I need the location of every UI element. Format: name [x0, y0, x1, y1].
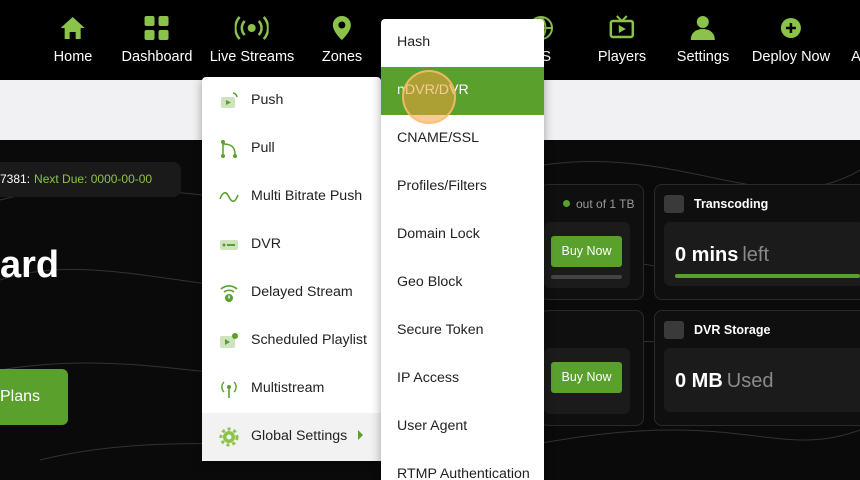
menu-item-push[interactable]: Push: [202, 77, 381, 125]
status-dot: [563, 200, 570, 207]
wifi-alert-icon: [220, 285, 238, 302]
menu-item-global-settings[interactable]: Global Settings: [202, 413, 381, 461]
nav-zones[interactable]: Zones: [322, 14, 362, 66]
menu-item-multi-bitrate-push-label: Multi Bitrate Push: [251, 188, 363, 204]
dvr-storage-title: DVR Storage: [694, 323, 771, 337]
user-settings-icon: [691, 16, 715, 40]
menu-item-multistream-label: Multistream: [251, 380, 325, 396]
menu-item-delayed-stream[interactable]: Delayed Stream: [202, 269, 381, 317]
page-title: ard: [0, 244, 60, 286]
bandwidth-quota: out of 1 TB: [563, 197, 634, 211]
nav-home-label: Home: [53, 49, 93, 65]
menu-item-pull[interactable]: Pull: [202, 125, 381, 173]
nav-home[interactable]: Home: [53, 14, 93, 66]
account-due-pill: 7381: Next Due: 0000-00-00: [0, 162, 181, 197]
nav-live-streams-label: Live Streams: [209, 49, 295, 65]
dvr-icon: [220, 240, 238, 250]
nav-dashboard-label: Dashboard: [121, 49, 193, 65]
home-icon: [61, 17, 85, 39]
submenu-item-user-agent[interactable]: User Agent: [381, 403, 544, 451]
chevron-right-icon: [358, 430, 363, 440]
bandwidth-buy-button[interactable]: Buy Now: [551, 236, 622, 267]
nav-settings-label: Settings: [676, 49, 730, 65]
nav-players-label: Players: [597, 49, 647, 65]
nav-deploy-now-label: Deploy Now: [751, 49, 831, 65]
nav-dashboard[interactable]: Dashboard: [121, 14, 193, 66]
storage-buy-button[interactable]: Buy Now: [551, 362, 622, 393]
submenu-item-domain-lock[interactable]: Domain Lock: [381, 211, 544, 259]
antenna-icon: [221, 381, 237, 398]
menu-item-delayed-stream-label: Delayed Stream: [251, 284, 353, 300]
menu-item-multistream[interactable]: Multistream: [202, 365, 381, 413]
transcoding-title: Transcoding: [694, 197, 769, 211]
video-icon: [664, 195, 684, 213]
click-indicator: [402, 70, 456, 124]
playlist-icon: [220, 333, 238, 348]
menu-item-dvr[interactable]: DVR: [202, 221, 381, 269]
dvr-storage-value: 0 MB Used: [675, 370, 774, 392]
plus-circle-icon: [780, 18, 801, 38]
bandwidth-bar: [551, 275, 622, 279]
plans-button[interactable]: Plans: [0, 369, 68, 425]
transcoding-value: 0 mins left: [675, 244, 770, 266]
menu-item-scheduled-playlist-label: Scheduled Playlist: [251, 332, 367, 348]
submenu-item-cname-ssl[interactable]: CNAME/SSL: [381, 115, 544, 163]
transcoding-bar: [675, 274, 860, 278]
submenu-item-secure-token[interactable]: Secure Token: [381, 307, 544, 355]
menu-item-push-label: Push: [251, 92, 284, 108]
menu-item-multi-bitrate-push[interactable]: Multi Bitrate Push: [202, 173, 381, 221]
nav-zones-label: Zones: [321, 49, 363, 65]
next-due: Next Due: 0000-00-00: [34, 172, 153, 186]
menu-item-pull-label: Pull: [251, 140, 275, 156]
broadcast-icon: [235, 16, 269, 40]
location-pin-icon: [333, 16, 351, 40]
submenu-item-profiles-filters[interactable]: Profiles/Filters: [381, 163, 544, 211]
drive-icon: [664, 321, 684, 339]
nav-deploy-now[interactable]: Deploy Now: [752, 14, 830, 66]
push-icon: [221, 92, 238, 108]
submenu-item-rtmp-authentication[interactable]: RTMP Authentication: [381, 451, 544, 480]
gear-icon: [219, 427, 239, 447]
nav-live-streams[interactable]: Live Streams: [209, 14, 295, 66]
truncated-icon: [852, 14, 860, 42]
submenu-item-hash[interactable]: Hash: [381, 19, 544, 67]
dashboard-icon: [145, 16, 169, 40]
menu-item-global-settings-label: Global Settings: [251, 428, 348, 444]
tv-icon: [609, 15, 635, 39]
submenu-item-ip-access[interactable]: IP Access: [381, 355, 544, 403]
live-streams-menu: Push Pull Multi Bitrate Push DVR Delayed…: [202, 77, 381, 461]
nav-players[interactable]: Players: [598, 14, 646, 66]
submenu-item-geo-block[interactable]: Geo Block: [381, 259, 544, 307]
account-id: 7381:: [0, 172, 31, 186]
pull-icon: [221, 140, 237, 158]
menu-item-dvr-label: DVR: [251, 236, 281, 252]
wave-icon: [219, 191, 239, 203]
nav-truncated-label: A: [851, 49, 860, 65]
menu-item-scheduled-playlist[interactable]: Scheduled Playlist: [202, 317, 381, 365]
nav-truncated[interactable]: A: [851, 14, 860, 66]
nav-settings[interactable]: Settings: [677, 14, 729, 66]
